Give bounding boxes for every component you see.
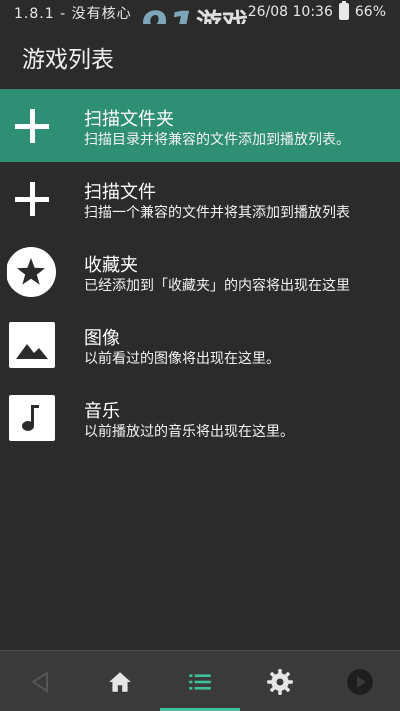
list-item-subtitle: 扫描目录并将兼容的文件添加到播放列表。 (84, 132, 350, 148)
list-item-scan-file[interactable]: 扫描文件 扫描一个兼容的文件并将其添加到播放列表 (0, 162, 400, 235)
page-title: 游戏列表 (22, 47, 114, 73)
status-time: 26/08 10:36 (247, 3, 333, 20)
status-left-text: 1.8.1 - 没有核心 (14, 6, 132, 22)
app-bar: 游戏列表 (0, 24, 400, 86)
nav-resume-button[interactable] (320, 651, 400, 711)
list-item-favorites[interactable]: 收藏夹 已经添加到「收藏夹」的内容将出现在这里 (0, 235, 400, 308)
playlist-list: 扫描文件夹 扫描目录并将兼容的文件添加到播放列表。 扫描文件 扫描一个兼容的文件… (0, 89, 400, 454)
status-right: 26/08 10:36 66% (247, 1, 386, 20)
list-item-subtitle: 已经添加到「收藏夹」的内容将出现在这里 (84, 278, 350, 294)
status-bar: 1.8.1 - 没有核心 91 游戏 91danji.com 26/08 10:… (0, 0, 400, 51)
list-item-music[interactable]: 音乐 以前播放过的音乐将出现在这里。 (0, 381, 400, 454)
music-note-icon (9, 395, 55, 441)
list-item-subtitle: 扫描一个兼容的文件并将其添加到播放列表 (84, 205, 350, 221)
image-icon (9, 322, 55, 368)
playlist-icon (189, 673, 211, 690)
list-item-title: 图像 (84, 328, 120, 349)
battery-icon (338, 1, 349, 20)
home-icon (109, 671, 131, 692)
nav-playlist-button[interactable] (160, 651, 240, 711)
gear-icon (267, 668, 293, 695)
nav-settings-button[interactable] (240, 651, 320, 711)
star-icon (7, 247, 56, 297)
nav-home-button[interactable] (80, 651, 160, 711)
back-icon (31, 670, 48, 693)
list-item-title: 扫描文件 (84, 182, 156, 203)
plus-icon (15, 182, 49, 216)
list-item-title: 收藏夹 (84, 255, 138, 276)
nav-back-button[interactable] (0, 651, 80, 711)
play-icon (347, 668, 373, 695)
list-item-subtitle: 以前播放过的音乐将出现在这里。 (84, 424, 294, 440)
list-item-title: 扫描文件夹 (84, 109, 174, 130)
plus-icon (15, 109, 49, 143)
list-item-images[interactable]: 图像 以前看过的图像将出现在这里。 (0, 308, 400, 381)
list-item-title: 音乐 (84, 401, 120, 422)
bottom-navigation (0, 650, 400, 711)
battery-percent: 66% (354, 3, 386, 20)
list-item-subtitle: 以前看过的图像将出现在这里。 (84, 351, 280, 367)
list-item-scan-folder[interactable]: 扫描文件夹 扫描目录并将兼容的文件添加到播放列表。 (0, 89, 400, 162)
